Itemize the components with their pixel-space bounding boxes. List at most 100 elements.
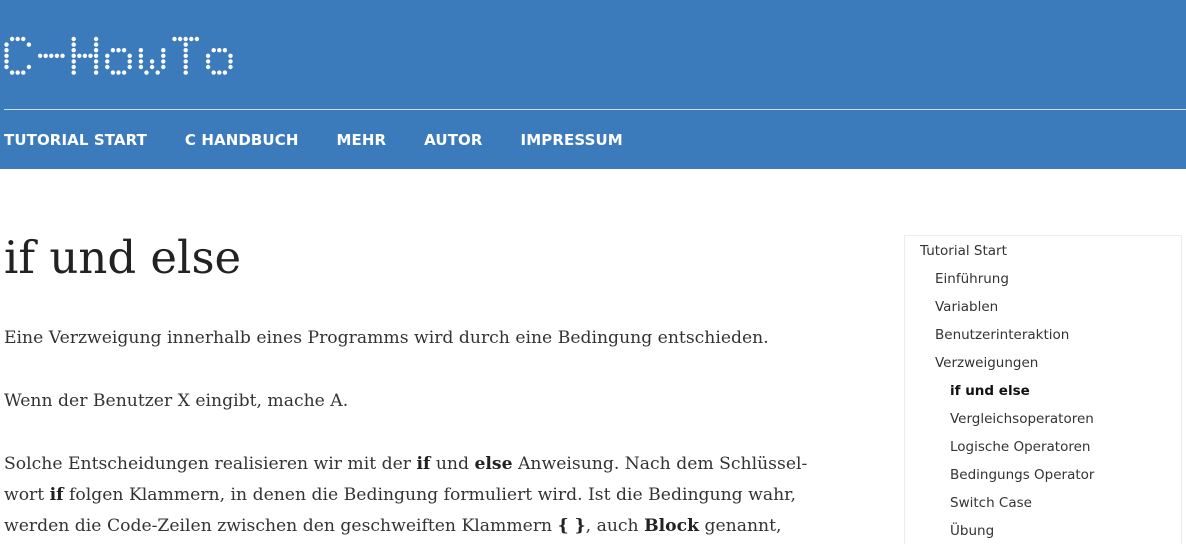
site-logo[interactable] bbox=[4, 36, 254, 76]
logo-dot bbox=[93, 42, 99, 47]
logo-dot bbox=[60, 53, 65, 58]
paragraph-if-else: Solche Entscheidungen realisieren wir mi… bbox=[4, 449, 807, 542]
logo-dot bbox=[4, 59, 9, 64]
logo-dot bbox=[228, 64, 233, 70]
logo-dot bbox=[93, 36, 99, 42]
logo-dot bbox=[205, 64, 211, 70]
logo-dot bbox=[4, 42, 9, 47]
toc-item-benutzerinteraktion[interactable]: Benutzerinteraktion bbox=[935, 326, 1069, 344]
logo-dot bbox=[161, 59, 166, 64]
header-divider bbox=[4, 109, 1186, 110]
logo-dot bbox=[144, 70, 149, 75]
toc-item-tutorial-start[interactable]: Tutorial Start bbox=[920, 242, 1007, 260]
logo-dot bbox=[21, 70, 26, 75]
logo-dot bbox=[177, 36, 183, 42]
logo-dot bbox=[211, 48, 216, 53]
logo-dot bbox=[93, 59, 99, 64]
logo-dot bbox=[21, 36, 26, 42]
paragraph-line: werden die Code-Zeilen zwischen den gesc… bbox=[4, 511, 804, 542]
keyword-if: if bbox=[49, 485, 64, 505]
text-span: , auch bbox=[585, 516, 645, 536]
logo-dot bbox=[183, 64, 188, 70]
logo-dot bbox=[217, 48, 222, 53]
logo-dot bbox=[149, 59, 155, 64]
logo-dot bbox=[15, 36, 20, 42]
toc-item-variablen[interactable]: Variablen bbox=[935, 298, 998, 316]
logo-dot bbox=[116, 48, 121, 53]
keyword-block: Block bbox=[644, 516, 699, 536]
logo-dot bbox=[155, 70, 160, 75]
text-span: werden die Code-Zeilen zwischen den gesc… bbox=[4, 516, 558, 536]
logo-dot bbox=[9, 70, 15, 75]
logo-dot bbox=[138, 59, 144, 64]
toc-item-bedingungs-operator[interactable]: Bedingungs Operator bbox=[950, 466, 1094, 484]
nav-tutorial-start[interactable]: TUTORIAL START bbox=[4, 131, 147, 151]
text-span: wort bbox=[4, 485, 50, 505]
logo-dot bbox=[26, 42, 32, 47]
logo-dot bbox=[49, 53, 54, 58]
toc-item-verzweigungen[interactable]: Verzweigungen bbox=[935, 354, 1038, 372]
toc-item-einfuehrung[interactable]: Einführung bbox=[935, 270, 1009, 288]
logo-dot bbox=[110, 48, 116, 53]
logo-dot bbox=[205, 59, 211, 64]
logo-dot bbox=[211, 70, 216, 75]
toc-item-if-und-else[interactable]: if und else bbox=[950, 382, 1030, 400]
nav-autor[interactable]: AUTOR bbox=[424, 131, 482, 151]
logo-dot bbox=[26, 64, 32, 70]
logo-dot bbox=[77, 53, 82, 58]
keyword-braces: { } bbox=[557, 516, 586, 536]
logo-dot bbox=[15, 70, 20, 75]
logo-dot bbox=[194, 36, 200, 42]
logo-dot bbox=[127, 64, 132, 70]
logo-dot bbox=[138, 53, 144, 58]
nav-mehr[interactable]: MEHR bbox=[336, 131, 386, 151]
logo-dot bbox=[9, 36, 15, 42]
logo-dot bbox=[105, 53, 110, 58]
logo-dot bbox=[71, 36, 76, 42]
paragraph-example: Wenn der Benutzer X eingibt, mache A. bbox=[4, 391, 349, 411]
logo-dot bbox=[116, 70, 121, 75]
logo-dot bbox=[82, 53, 88, 58]
logo-dot bbox=[161, 64, 166, 70]
logo-dot bbox=[217, 70, 222, 75]
logo-dot bbox=[189, 36, 194, 42]
logo-dot bbox=[71, 70, 76, 75]
logo-dot bbox=[71, 59, 76, 64]
logo-dot bbox=[105, 59, 110, 64]
logo-dot bbox=[71, 53, 76, 58]
toc-item-logische-operatoren[interactable]: Logische Operatoren bbox=[950, 438, 1090, 456]
logo-dot bbox=[172, 36, 177, 42]
nav-impressum[interactable]: IMPRESSUM bbox=[521, 131, 623, 151]
toc-item-switch-case[interactable]: Switch Case bbox=[950, 494, 1032, 512]
paragraph-line: Solche Entscheidungen realisieren wir mi… bbox=[4, 449, 807, 480]
logo-dot bbox=[4, 64, 9, 70]
nav-c-handbuch[interactable]: C HANDBUCH bbox=[185, 131, 299, 151]
logo-dot bbox=[228, 53, 233, 58]
text-span: genannt, bbox=[698, 516, 782, 536]
logo-dot bbox=[43, 53, 48, 58]
sidebar-toc: Tutorial Start Einführung Variablen Benu… bbox=[904, 235, 1182, 544]
logo-dot bbox=[222, 70, 228, 75]
logo-dot bbox=[183, 48, 188, 53]
paragraph-intro: Eine Verzweigung innerhalb eines Program… bbox=[4, 328, 769, 348]
toc-item-uebung[interactable]: Übung bbox=[950, 522, 994, 540]
logo-dot bbox=[71, 64, 76, 70]
logo-dot bbox=[4, 48, 9, 53]
toc-item-vergleichsoperatoren[interactable]: Vergleichsoperatoren bbox=[950, 410, 1094, 428]
logo-dot bbox=[54, 53, 60, 58]
logo-dot bbox=[222, 48, 228, 53]
logo-dot bbox=[183, 70, 188, 75]
text-span: und bbox=[430, 454, 475, 474]
logo-dot bbox=[93, 53, 99, 58]
logo-dot bbox=[93, 70, 99, 75]
page-title: if und else bbox=[4, 231, 242, 284]
logo-dot bbox=[4, 53, 9, 58]
logo-dot bbox=[205, 53, 211, 58]
paragraph-line: wort if folgen Klammern, in denen die Be… bbox=[4, 480, 804, 511]
logo-dot bbox=[93, 48, 99, 53]
logo-dot bbox=[183, 59, 188, 64]
logo-dot bbox=[105, 64, 110, 70]
keyword-if: if bbox=[416, 454, 431, 474]
keyword-else: else bbox=[474, 454, 513, 474]
logo-dot bbox=[88, 53, 93, 58]
